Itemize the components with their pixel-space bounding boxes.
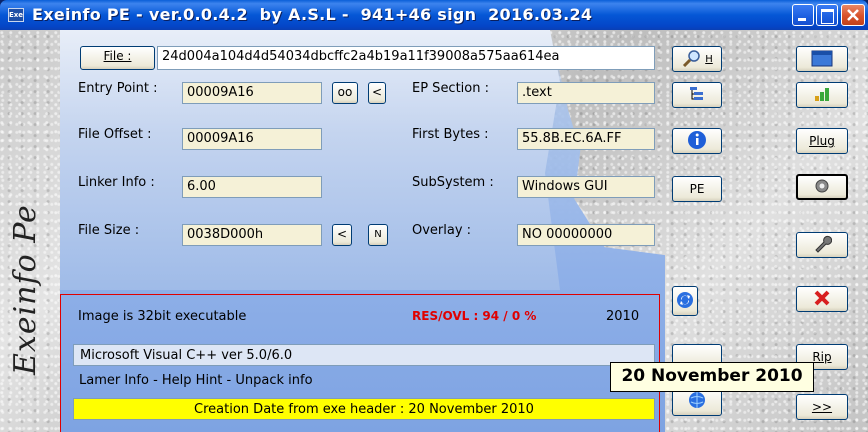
first-bytes-field[interactable]: 55.8B.EC.6A.FF — [517, 128, 655, 150]
lamer-info-text[interactable]: Lamer Info - Help Hint - Unpack info — [73, 370, 655, 392]
search-button-label: H — [705, 53, 713, 65]
tree-view-button[interactable] — [672, 82, 722, 108]
overlay-label: Overlay : — [412, 223, 472, 238]
more-button[interactable]: >> — [796, 394, 848, 420]
first-bytes-label: First Bytes : — [412, 127, 489, 142]
overlay-field[interactable]: NO 00000000 — [517, 224, 655, 246]
date-tooltip: 20 November 2010 — [610, 362, 814, 392]
res-ovl-text: RES/OVL : 94 / 0 % — [412, 309, 537, 323]
entry-point-label: Entry Point : — [78, 81, 158, 96]
wrench-icon — [812, 234, 833, 257]
tree-list-icon — [688, 85, 706, 106]
exit-button[interactable] — [796, 286, 848, 312]
entry-point-field[interactable]: 00009A16 — [182, 82, 322, 104]
magnifier-icon — [681, 49, 703, 70]
window-title: Exeinfo PE - ver.0.0.4.2 by A.S.L - 941+… — [32, 5, 593, 24]
plug-button[interactable]: Plug — [796, 128, 848, 154]
stats-button[interactable] — [796, 82, 848, 108]
pe-button[interactable]: PE — [672, 176, 722, 202]
gear-icon — [812, 177, 832, 198]
title-bar: Exe Exeinfo PE - ver.0.0.4.2 by A.S.L - … — [0, 0, 868, 30]
ep-section-field[interactable]: .text — [517, 82, 655, 104]
exeinfo-signature-logo: Exeinfo Pe — [8, 204, 43, 376]
red-x-icon — [813, 289, 831, 310]
settings-button[interactable] — [796, 174, 848, 200]
minimize-button[interactable] — [792, 4, 814, 26]
more-button-label: >> — [811, 400, 833, 414]
file-size-label: File Size : — [78, 223, 140, 238]
open-window-button[interactable] — [796, 46, 848, 72]
main-window: Exeinfo Pe File : 24d004a104d4d54034dbcf… — [0, 30, 868, 432]
file-size-arrow-button[interactable]: < — [332, 224, 352, 246]
image-type-text: Image is 32bit executable — [78, 309, 247, 324]
subsystem-field[interactable]: Windows GUI — [517, 176, 655, 198]
linker-info-label: Linker Info : — [78, 175, 155, 190]
exe-icon[interactable]: Exe — [8, 8, 24, 22]
creation-date-field[interactable]: Creation Date from exe header : 20 Novem… — [73, 398, 655, 420]
info-button[interactable] — [672, 128, 722, 154]
window-icon — [811, 49, 833, 70]
file-offset-field[interactable]: 00009A16 — [182, 128, 322, 150]
n-button[interactable]: N — [368, 224, 388, 246]
file-hash-field[interactable]: 24d004a104d4d54034dbcffc2a4b19a11f39008a… — [157, 46, 655, 70]
close-button[interactable] — [841, 4, 865, 26]
refresh-icon — [676, 291, 694, 312]
rip-button-label: Rip — [812, 350, 832, 364]
entry-point-arrow-button[interactable]: < — [368, 82, 386, 104]
subsystem-label: SubSystem : — [412, 175, 494, 190]
file-button[interactable]: File : — [80, 46, 155, 70]
oo-button[interactable]: oo — [332, 82, 358, 104]
globe-icon — [688, 391, 706, 412]
tools-button[interactable] — [796, 232, 848, 258]
maximize-button[interactable] — [816, 4, 838, 26]
info-icon — [687, 130, 707, 153]
linker-info-field[interactable]: 6.00 — [182, 176, 322, 198]
plug-button-label: Plug — [809, 134, 835, 148]
search-button[interactable]: H — [672, 46, 722, 72]
ep-section-label: EP Section : — [412, 81, 489, 96]
compiler-field[interactable]: Microsoft Visual C++ ver 5.0/6.0 — [73, 344, 655, 366]
bar-chart-icon — [812, 86, 832, 105]
file-offset-label: File Offset : — [78, 127, 152, 142]
refresh-button[interactable] — [672, 286, 698, 316]
year-text: 2010 — [606, 309, 640, 324]
file-size-field[interactable]: 0038D000h — [182, 224, 322, 246]
